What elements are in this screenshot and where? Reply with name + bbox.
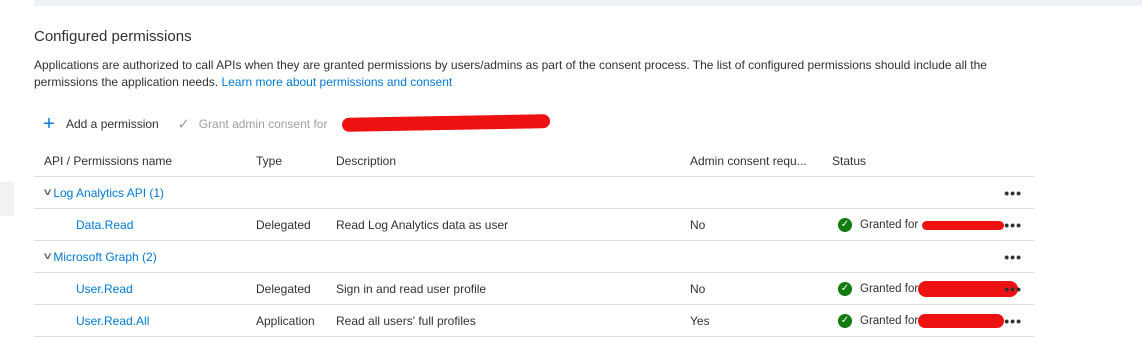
status-cell: ✓ Granted for — [832, 209, 918, 240]
table-header: API / Permissions name Type Description … — [34, 145, 1034, 177]
redaction-mark — [922, 221, 1004, 230]
status-text: Granted for — [860, 282, 919, 295]
admin-consent-required: Yes — [690, 313, 710, 328]
grant-admin-consent-label: Grant admin consent for — [198, 117, 328, 131]
status-badge: ✓ Granted for — [832, 281, 919, 296]
group-toggle[interactable]: ∨ Log Analytics API (1) — [42, 177, 165, 208]
section-title: Configured permissions — [34, 28, 192, 45]
more-icon[interactable]: ••• — [1004, 241, 1022, 272]
table-row: Data.Read Delegated Read Log Analytics d… — [34, 209, 1034, 241]
group-toggle[interactable]: ∨ Microsoft Graph (2) — [42, 241, 157, 272]
permission-type: Delegated — [256, 281, 311, 296]
more-icon[interactable]: ••• — [1004, 177, 1022, 208]
table-row: User.Read.All Application Read all users… — [34, 305, 1034, 337]
permission-description: Sign in and read user profile — [336, 281, 487, 296]
permission-name-link[interactable]: User.Read — [76, 273, 133, 304]
more-icon[interactable]: ••• — [1004, 305, 1022, 336]
header-status[interactable]: Status — [832, 145, 866, 176]
status-cell: ✓ Granted for — [832, 305, 918, 336]
status-badge: ✓ Granted for — [832, 217, 919, 232]
redaction-mark — [918, 314, 1004, 328]
add-permission-label: Add a permission — [66, 117, 159, 131]
learn-more-link[interactable]: Learn more about permissions and consent — [221, 75, 452, 89]
add-permission-button[interactable]: + Add a permission — [40, 113, 159, 135]
check-circle-icon: ✓ — [838, 217, 852, 232]
group-name: Microsoft Graph (2) — [53, 249, 157, 264]
admin-consent-required: No — [690, 217, 706, 232]
top-band — [34, 0, 1142, 6]
group-row-microsoft-graph[interactable]: ∨ Microsoft Graph (2) ••• — [34, 241, 1034, 273]
permission-name-link[interactable]: User.Read.All — [76, 305, 149, 336]
checkmark-icon: ✓ — [177, 116, 190, 133]
status-badge: ✓ Granted for — [832, 313, 919, 328]
permission-description: Read all users' full profiles — [336, 313, 476, 328]
group-row-log-analytics[interactable]: ∨ Log Analytics API (1) ••• — [34, 177, 1034, 209]
permission-type: Application — [256, 313, 315, 328]
permissions-table: API / Permissions name Type Description … — [34, 145, 1034, 337]
check-circle-icon: ✓ — [838, 313, 852, 328]
redaction-mark — [341, 114, 551, 132]
header-description[interactable]: Description — [336, 145, 396, 176]
chevron-down-icon: ∨ — [42, 251, 54, 262]
permission-name-link[interactable]: Data.Read — [76, 209, 133, 240]
description-text: Applications are authorized to call APIs… — [34, 58, 987, 89]
permission-description: Read Log Analytics data as user — [336, 217, 509, 232]
grant-admin-consent-button[interactable]: ✓ Grant admin consent for — [175, 115, 328, 133]
group-name: Log Analytics API (1) — [53, 185, 165, 200]
header-admin-consent[interactable]: Admin consent requ... — [690, 145, 807, 176]
section-description: Applications are authorized to call APIs… — [34, 57, 1034, 91]
status-cell: ✓ Granted for — [832, 273, 918, 304]
status-text: Granted for — [860, 314, 919, 327]
chevron-down-icon: ∨ — [42, 187, 54, 198]
more-icon[interactable]: ••• — [1004, 273, 1022, 304]
table-row: User.Read Delegated Sign in and read use… — [34, 273, 1034, 305]
status-text: Granted for — [860, 218, 919, 231]
admin-consent-required: No — [690, 281, 706, 296]
check-circle-icon: ✓ — [838, 281, 852, 296]
redaction-mark — [918, 281, 1018, 297]
more-icon[interactable]: ••• — [1004, 209, 1022, 240]
left-panel-edge — [0, 182, 14, 216]
permission-type: Delegated — [256, 217, 311, 232]
plus-icon: + — [43, 113, 55, 135]
toolbar: + Add a permission ✓ Grant admin consent… — [40, 114, 327, 134]
header-api[interactable]: API / Permissions name — [44, 145, 172, 176]
header-type[interactable]: Type — [256, 145, 282, 176]
